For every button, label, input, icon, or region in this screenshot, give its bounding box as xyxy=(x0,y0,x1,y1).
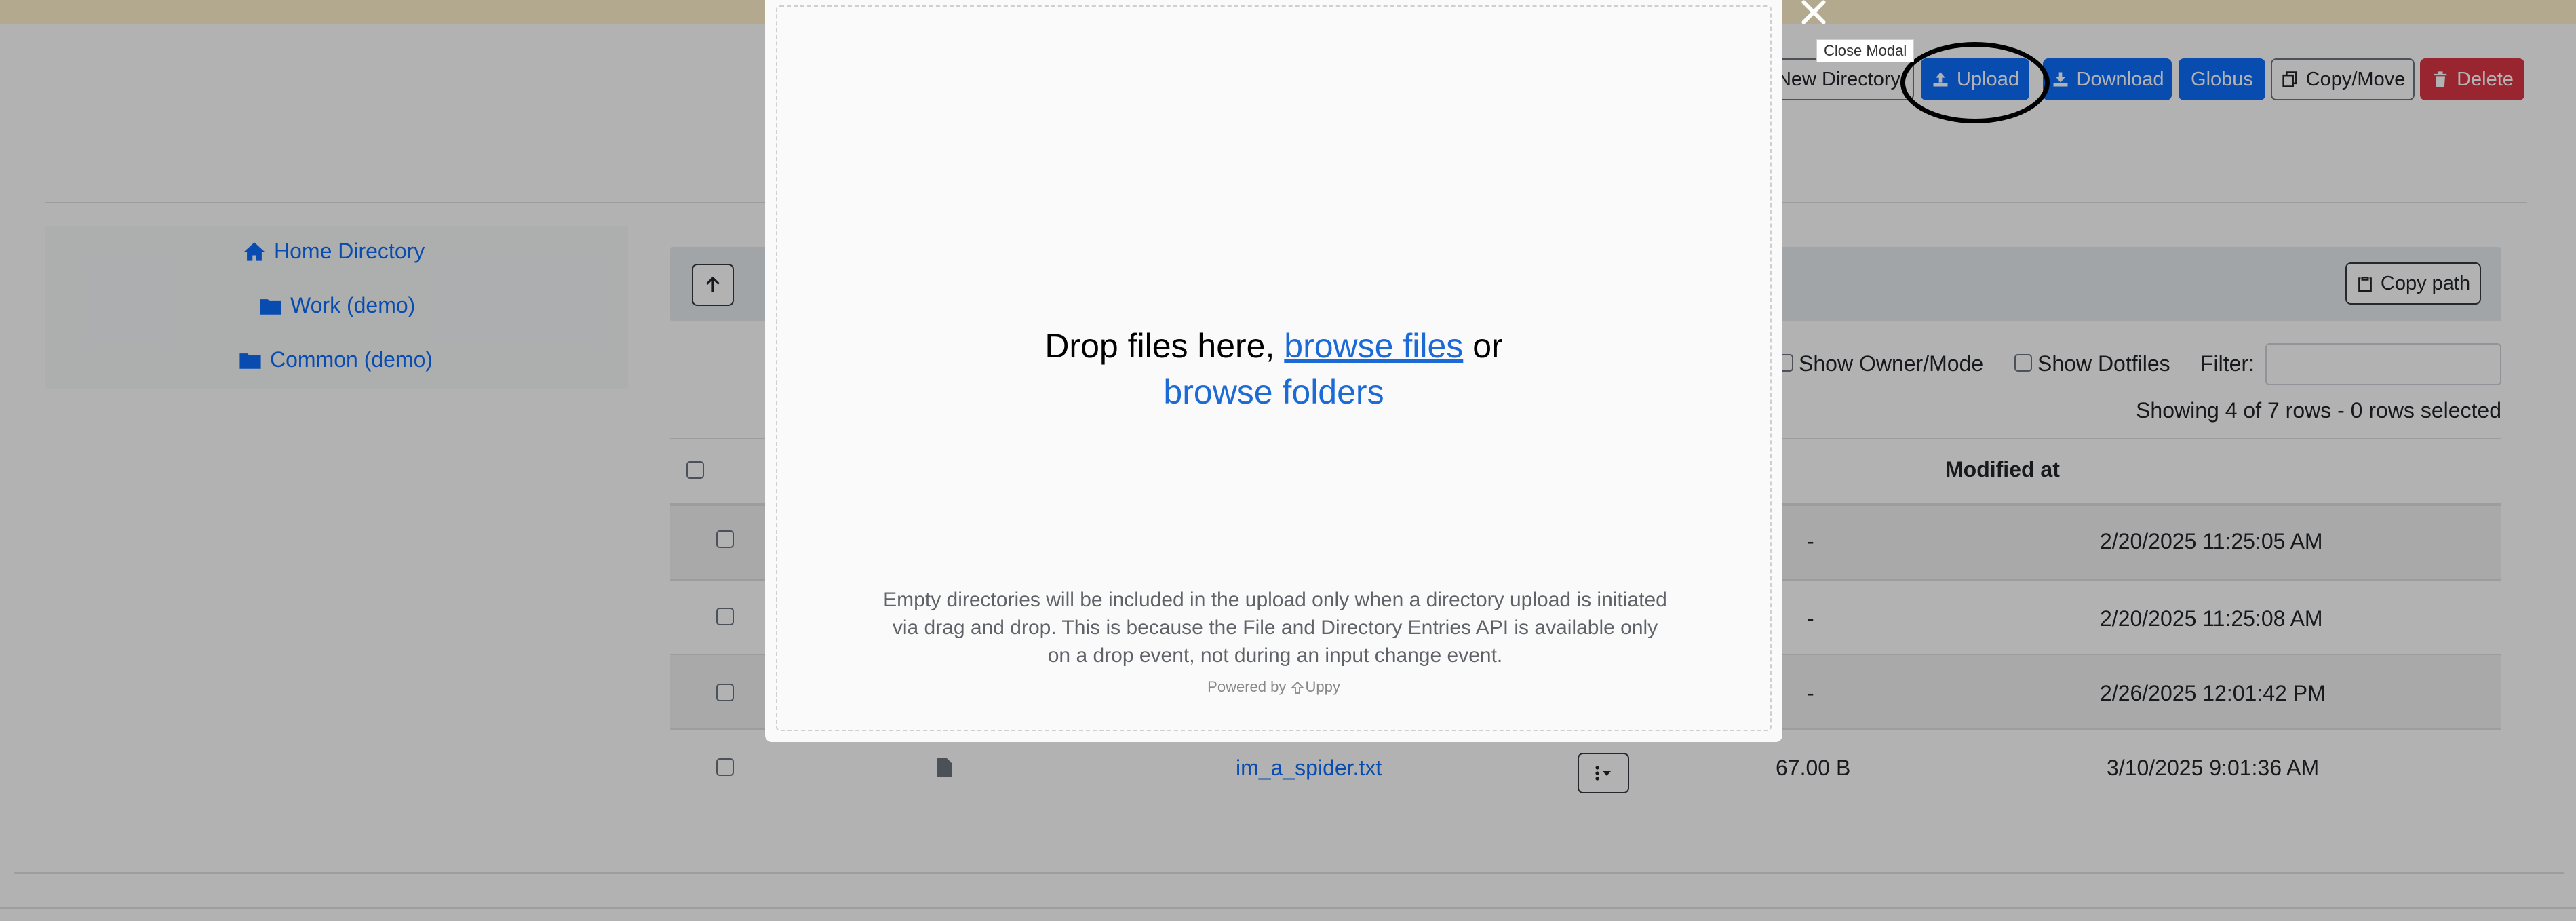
close-modal-tooltip: Close Modal xyxy=(1816,39,1915,62)
drop-or: or xyxy=(1472,327,1503,365)
powered-by: Powered by Uppy xyxy=(776,678,1772,696)
browse-folders-link[interactable]: browse folders xyxy=(1163,373,1384,411)
uppy-logo-icon xyxy=(1291,681,1305,694)
drop-prefix: Drop files here, xyxy=(1045,327,1275,365)
close-icon[interactable] xyxy=(1799,0,1829,27)
powered-by-label: Powered by xyxy=(1207,678,1287,695)
browse-files-link[interactable]: browse files xyxy=(1284,327,1463,365)
uppy-brand[interactable]: Uppy xyxy=(1305,678,1340,695)
drop-instructions: Drop files here, browse files or browse … xyxy=(776,323,1772,415)
empty-directories-note: Empty directories will be included in th… xyxy=(883,589,1667,667)
